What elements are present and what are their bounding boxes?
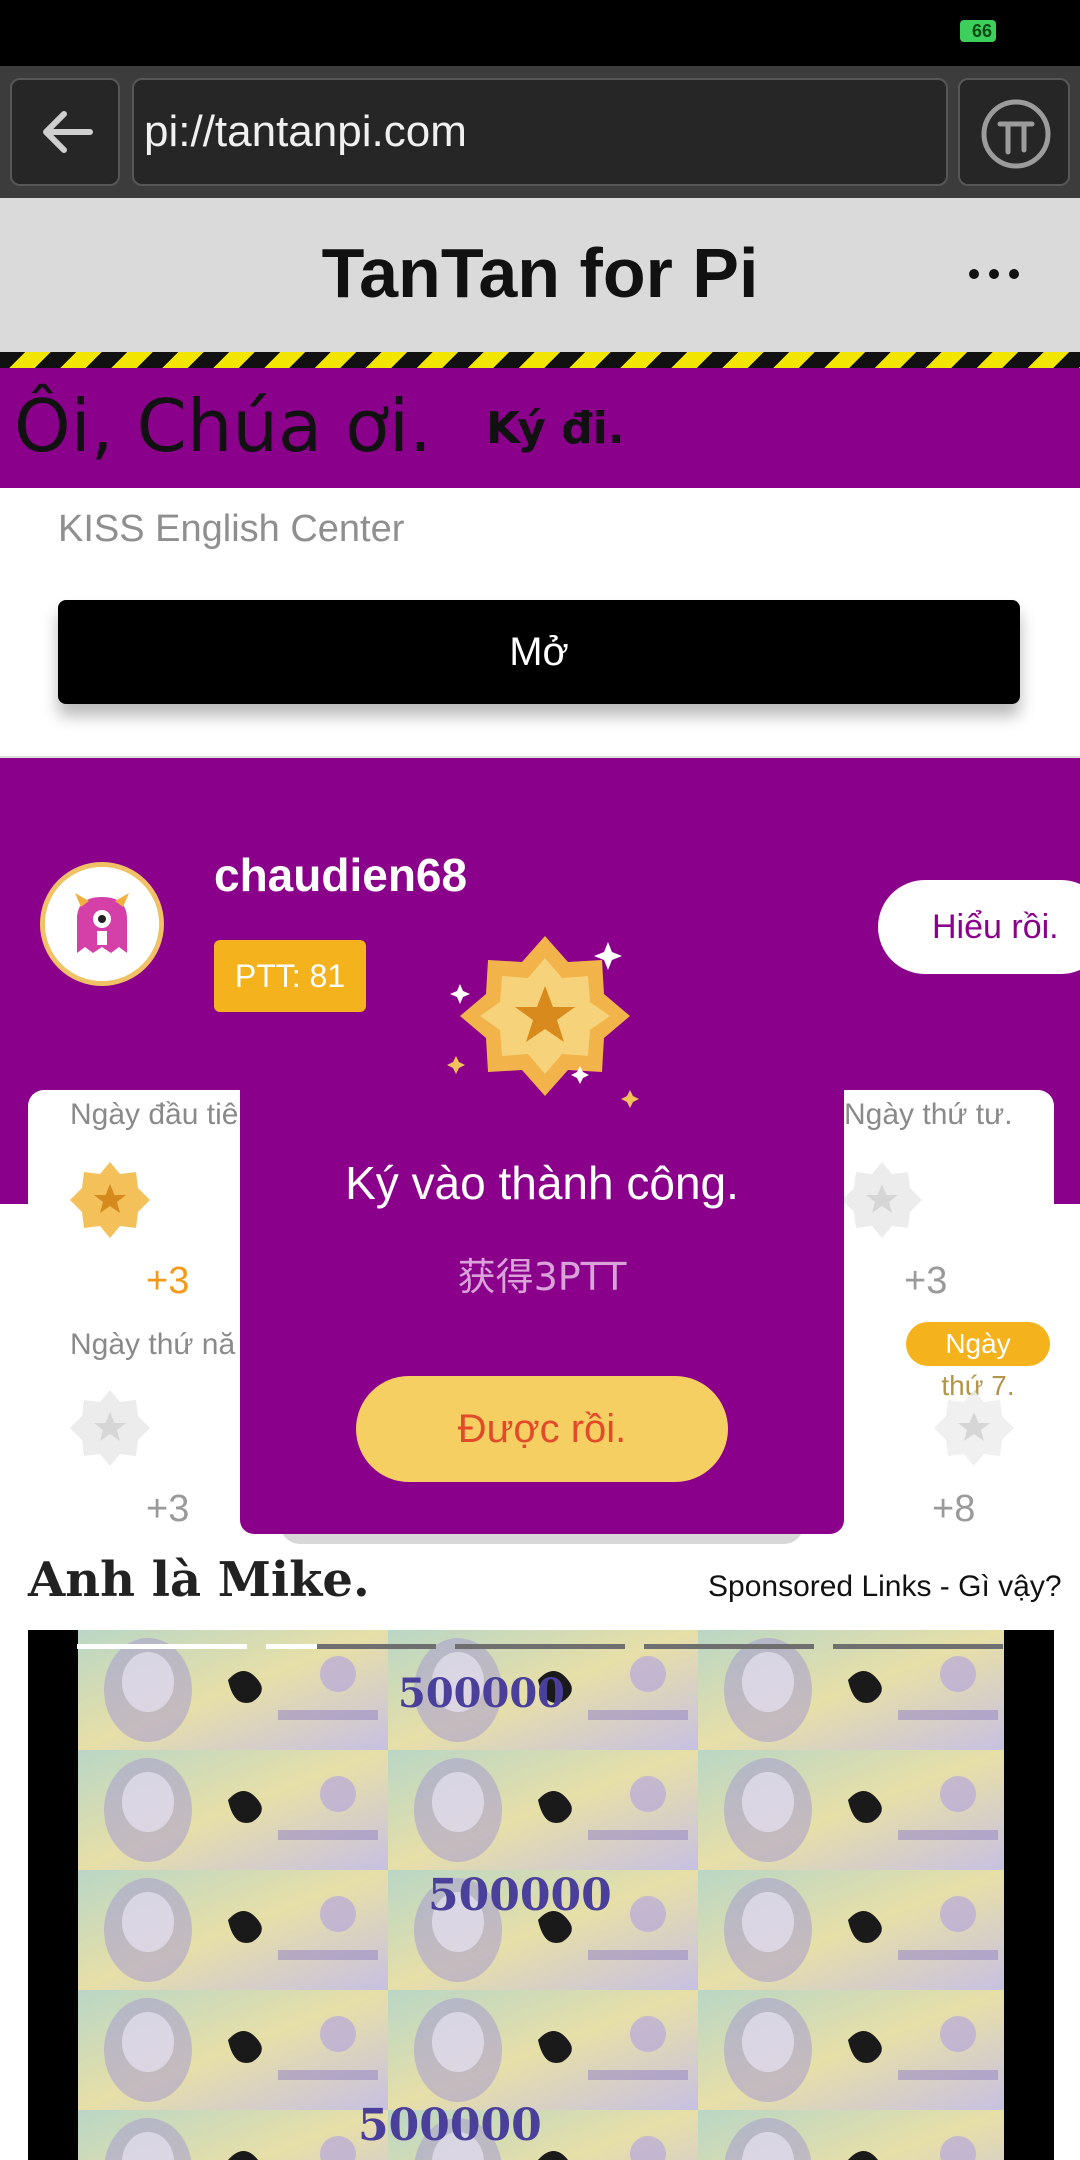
note-value-text: 500000 — [398, 1670, 565, 1717]
modal-title: Ký vào thành công. — [345, 1157, 739, 1209]
ad-title: KISS English Center — [58, 508, 405, 550]
video-ad[interactable]: 500000 500000 500000 — [28, 1630, 1054, 2160]
day-5-points: +3 — [146, 1488, 190, 1530]
banner-subtext: Ký đi. — [486, 403, 625, 454]
story-progress-segment — [644, 1644, 814, 1649]
pi-browser-button[interactable] — [958, 78, 1070, 186]
ptt-balance-badge: PTT: 81 — [214, 940, 366, 1012]
app-header: TanTan for Pi — [0, 198, 1080, 352]
ad-card: KISS English Center Mở — [0, 488, 1080, 758]
more-icon[interactable] — [966, 264, 1022, 284]
promo-banner: Ôi, Chúa ơi. Ký đi. — [0, 368, 1080, 488]
avatar[interactable] — [40, 862, 164, 986]
day-5-label: Ngày thứ nă — [70, 1328, 236, 1361]
got-it-button[interactable]: Hiểu rồi. — [878, 880, 1080, 974]
url-bar[interactable]: pi://tantanpi.com — [132, 78, 948, 186]
status-bar: 66 — [0, 0, 1080, 66]
star-badge-icon — [934, 1390, 1014, 1466]
star-badge-icon — [447, 936, 639, 1108]
story-progress-segment — [77, 1644, 247, 1649]
story-progress-segment — [266, 1644, 436, 1649]
app-title: TanTan for Pi — [321, 234, 759, 312]
day-1-points: +3 — [146, 1260, 190, 1302]
star-badge-icon — [842, 1162, 922, 1238]
story-progress-segment — [455, 1644, 625, 1649]
day-7-label: Ngày — [906, 1322, 1050, 1366]
day-7-points: +8 — [932, 1488, 976, 1530]
star-badge-icon — [70, 1162, 150, 1238]
banner-headline: Ôi, Chúa ơi. — [14, 384, 432, 468]
avatar-monster-icon — [45, 867, 159, 981]
back-arrow-icon — [43, 111, 93, 153]
day-4-label: Ngày thứ tư. — [844, 1098, 1013, 1131]
story-progress-segment — [833, 1644, 1003, 1649]
ok-button[interactable]: Được rồi. — [356, 1376, 728, 1482]
back-button[interactable] — [10, 78, 120, 186]
username: chaudien68 — [214, 849, 468, 901]
browser-toolbar: pi://tantanpi.com — [0, 66, 1080, 198]
section-title: Anh là Mike. — [28, 1552, 370, 1608]
hazard-stripe-divider — [0, 352, 1080, 368]
pi-icon — [981, 99, 1051, 169]
day-4-points: +3 — [904, 1260, 948, 1302]
modal-subtitle: 获得3PTT — [457, 1255, 627, 1299]
day-1-label: Ngày đầu tiê — [70, 1098, 239, 1131]
sponsored-links-label[interactable]: Sponsored Links - Gì vậy? — [708, 1570, 1062, 1604]
star-badge-icon — [70, 1390, 150, 1466]
note-value-text: 500000 — [358, 2100, 542, 2151]
battery-icon: 66 — [960, 20, 996, 42]
open-ad-button[interactable]: Mở — [58, 600, 1020, 704]
note-value-text: 500000 — [428, 1870, 612, 1921]
checkin-success-modal: Ký vào thành công. 获得3PTT Được rồi. — [240, 1086, 844, 1534]
